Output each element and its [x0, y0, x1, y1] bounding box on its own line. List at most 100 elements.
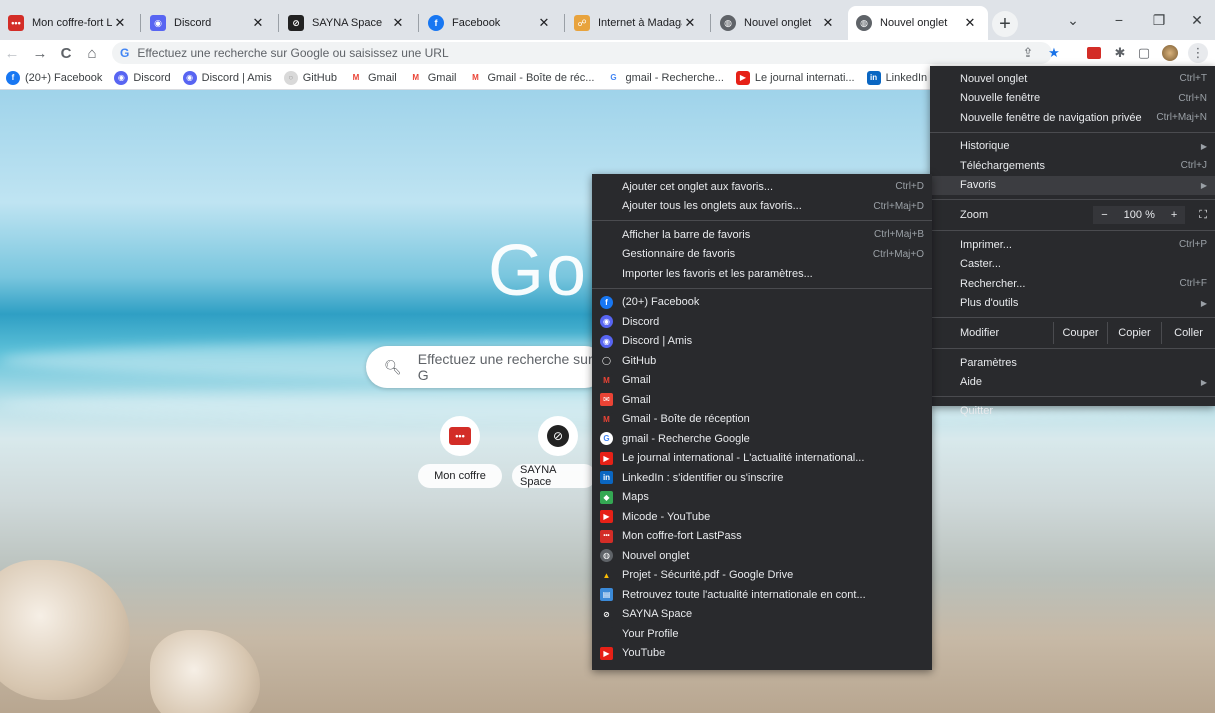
favorite-item-journal[interactable]: ▶ Le journal international - L'actualité …	[592, 449, 932, 469]
profile-avatar[interactable]	[1160, 43, 1180, 63]
menu-shortcut: Ctrl+N	[1178, 92, 1207, 104]
zoom-in-button[interactable]: +	[1163, 209, 1185, 221]
seashell-image	[150, 630, 260, 713]
favorite-item-gmail[interactable]: M Gmail	[592, 371, 932, 391]
bookmark-journal[interactable]: ▶ Le journal internati...	[735, 70, 855, 85]
menu-label: Historique	[960, 140, 1010, 153]
shortcut-sayna[interactable]: ⊘	[538, 416, 578, 456]
tab-strip: ••• Mon coffre-fort La ✕ ◉ Discord ✕ ⊘ S…	[0, 0, 1215, 40]
paste-button[interactable]: Coller	[1161, 322, 1215, 344]
favorite-item-actualite[interactable]: ▤ Retrouvez toute l'actualité internation…	[592, 585, 932, 605]
favorite-item-youtube[interactable]: ▶ YouTube	[592, 644, 932, 664]
favorite-item-sayna[interactable]: ⊘ SAYNA Space	[592, 605, 932, 625]
favorite-item-your-profile[interactable]: Your Profile	[592, 624, 932, 644]
menu-new-window[interactable]: Nouvelle fenêtre Ctrl+N	[930, 89, 1215, 109]
favorite-item-drive[interactable]: ▲ Projet - Sécurité.pdf - Google Drive	[592, 566, 932, 586]
bookmark-facebook[interactable]: f (20+) Facebook	[6, 70, 102, 85]
close-icon[interactable]: ✕	[390, 15, 406, 31]
facebook-icon: f	[600, 295, 613, 309]
star-icon[interactable]: ★	[1044, 43, 1064, 63]
tab-facebook[interactable]: f Facebook ✕	[420, 6, 562, 40]
tab-lastpass[interactable]: ••• Mon coffre-fort La ✕	[0, 6, 138, 40]
more-menu-icon[interactable]: ⋮	[1188, 43, 1208, 63]
tab-search-button[interactable]: ⌄	[1058, 8, 1088, 32]
new-tab-button[interactable]: +	[992, 11, 1018, 37]
menu-print[interactable]: Imprimer... Ctrl+P	[930, 235, 1215, 255]
google-logo: Go	[488, 231, 589, 311]
back-button[interactable]: ←	[2, 44, 22, 62]
cut-button[interactable]: Couper	[1053, 322, 1107, 344]
menu-favorites[interactable]: Favoris ▶	[930, 175, 1215, 195]
close-icon[interactable]: ✕	[112, 15, 128, 31]
chevron-right-icon: ▶	[1200, 141, 1207, 151]
tab-sayna[interactable]: ⊘ SAYNA Space ✕	[280, 6, 416, 40]
bookmark-gmail-2[interactable]: M Gmail	[408, 70, 456, 85]
chevron-right-icon: ▶	[1200, 298, 1207, 308]
menu-help[interactable]: Aide ▶	[930, 373, 1215, 393]
bookmark-gmail[interactable]: M Gmail	[349, 70, 397, 85]
favorite-item-linkedin[interactable]: in LinkedIn : s'identifier ou s'inscrire	[592, 468, 932, 488]
menu-bookmark-all-tabs[interactable]: Ajouter tous les onglets aux favoris... C…	[592, 197, 932, 217]
tab-title: Facebook	[452, 17, 501, 29]
menu-find[interactable]: Rechercher... Ctrl+F	[930, 274, 1215, 294]
bookmark-discord[interactable]: ◉ Discord	[114, 70, 171, 85]
ntp-search-input[interactable]: 🔍︎ Effectuez une recherche sur G	[366, 346, 606, 388]
lastpass-extension-icon[interactable]	[1084, 43, 1104, 63]
forward-button[interactable]: →	[30, 44, 50, 62]
tab-new-tab-1[interactable]: ◍ Nouvel onglet ✕	[712, 6, 846, 40]
menu-more-tools[interactable]: Plus d'outils ▶	[930, 294, 1215, 314]
favorite-item-discord[interactable]: ◉ Discord	[592, 312, 932, 332]
linkedin-icon: in	[600, 471, 613, 485]
favorite-item-maps[interactable]: ◆ Maps	[592, 488, 932, 508]
copy-button[interactable]: Copier	[1107, 322, 1161, 344]
share-icon[interactable]: ⇪	[1018, 43, 1038, 63]
omnibox[interactable]: G Effectuez une recherche sur Google ou …	[112, 42, 1052, 64]
reload-button[interactable]: C	[56, 44, 76, 62]
favorite-item-gmail-search[interactable]: Ggmail - Recherche Google	[592, 429, 932, 449]
favorite-item-discord-amis[interactable]: ◉ Discord | Amis	[592, 332, 932, 352]
menu-new-tab[interactable]: Nouvel onglet Ctrl+T	[930, 69, 1215, 89]
menu-settings[interactable]: Paramètres	[930, 353, 1215, 373]
zoom-out-button[interactable]: −	[1093, 209, 1115, 221]
favorite-item-github[interactable]: ◯ GitHub	[592, 351, 932, 371]
chrome-icon: ◍	[600, 549, 613, 563]
favorite-item-gmail-inbox[interactable]: M Gmail - Boîte de réception	[592, 410, 932, 430]
menu-import-bookmarks[interactable]: Importer les favoris et les paramètres..…	[592, 264, 932, 284]
shortcut-label[interactable]: SAYNA Space	[512, 464, 596, 488]
close-icon[interactable]: ✕	[250, 15, 266, 31]
menu-downloads[interactable]: Téléchargements Ctrl+J	[930, 156, 1215, 176]
side-panel-icon[interactable]: ▢	[1134, 43, 1154, 63]
favorite-item-new-tab[interactable]: ◍ Nouvel onglet	[592, 546, 932, 566]
bookmark-discord-amis[interactable]: ◉ Discord | Amis	[182, 70, 272, 85]
minimize-button[interactable]: −	[1104, 8, 1134, 32]
home-button[interactable]: ⌂	[82, 44, 102, 62]
close-icon[interactable]: ✕	[682, 15, 698, 31]
favorite-item-facebook[interactable]: f (20+) Facebook	[592, 293, 932, 313]
bookmark-gmail-inbox[interactable]: M Gmail - Boîte de réc...	[468, 70, 594, 85]
menu-cast[interactable]: Caster...	[930, 255, 1215, 275]
favorite-item-gmail-2[interactable]: ✉ Gmail	[592, 390, 932, 410]
bookmark-github[interactable]: ○ GitHub	[283, 70, 337, 85]
tab-new-tab-active[interactable]: ◍ Nouvel onglet ✕	[848, 6, 988, 40]
shortcut-label[interactable]: Mon coffre	[418, 464, 502, 488]
menu-show-bookmarks-bar[interactable]: Afficher la barre de favoris Ctrl+Maj+B	[592, 225, 932, 245]
tab-internet-madagascar[interactable]: ☍ Internet à Madagas ✕	[566, 6, 708, 40]
tab-discord[interactable]: ◉ Discord ✕	[142, 6, 276, 40]
close-icon[interactable]: ✕	[536, 15, 552, 31]
fullscreen-icon[interactable]: ⛶	[1199, 209, 1207, 222]
bookmark-gmail-search[interactable]: Ggmail - Recherche...	[606, 70, 724, 85]
favorites-submenu: Ajouter cet onglet aux favoris... Ctrl+D …	[592, 174, 932, 670]
extensions-puzzle-icon[interactable]: ✱	[1110, 43, 1130, 63]
close-icon[interactable]: ✕	[962, 15, 978, 31]
close-window-button[interactable]: ✕	[1182, 8, 1212, 32]
menu-new-incognito[interactable]: Nouvelle fenêtre de navigation privée Ctr…	[930, 108, 1215, 128]
close-icon[interactable]: ✕	[820, 15, 836, 31]
shortcut-lastpass[interactable]: •••	[440, 416, 480, 456]
restore-button[interactable]: ❐	[1144, 8, 1174, 32]
favorite-item-lastpass[interactable]: ••• Mon coffre-fort LastPass	[592, 527, 932, 547]
menu-bookmark-this-tab[interactable]: Ajouter cet onglet aux favoris... Ctrl+D	[592, 177, 932, 197]
menu-bookmark-manager[interactable]: Gestionnaire de favoris Ctrl+Maj+O	[592, 245, 932, 265]
menu-history[interactable]: Historique ▶	[930, 137, 1215, 157]
favorite-item-micode[interactable]: ▶ Micode - YouTube	[592, 507, 932, 527]
menu-quit[interactable]: Quitter	[930, 401, 1215, 421]
